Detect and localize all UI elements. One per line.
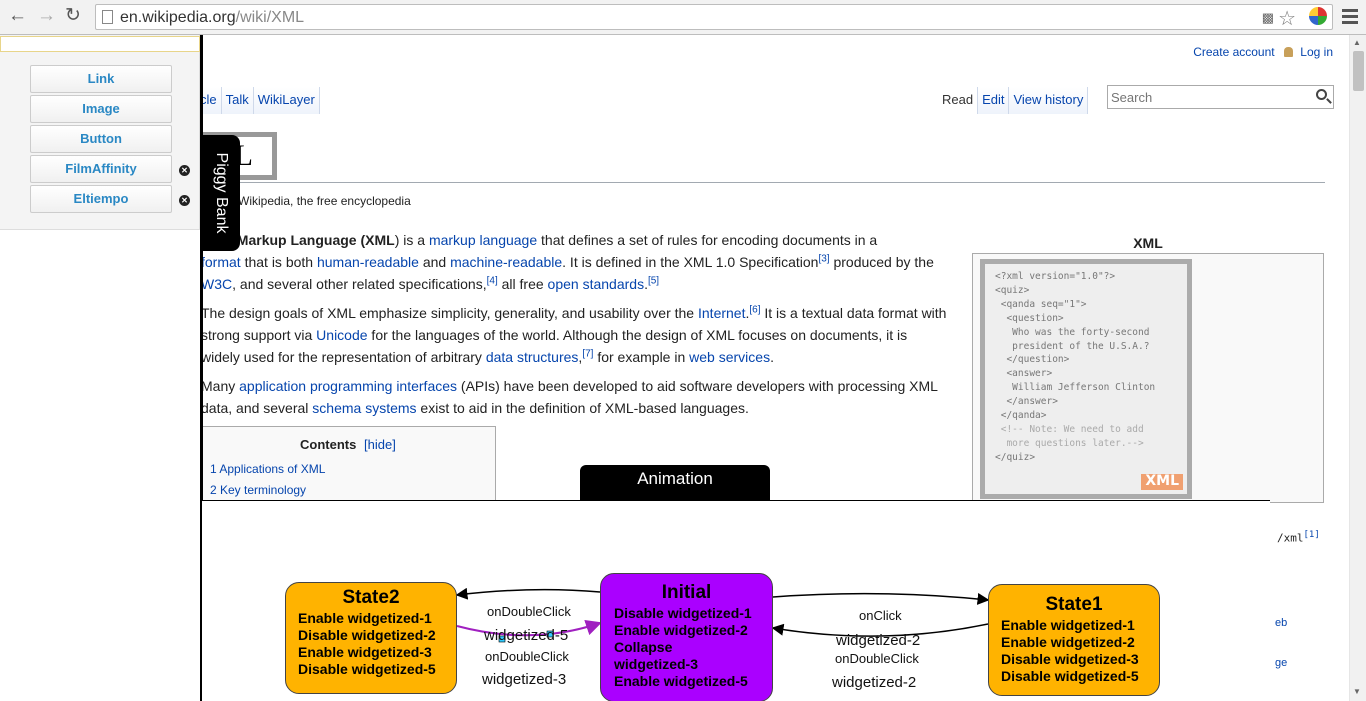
back-arrow-icon[interactable]: ←	[8, 6, 27, 26]
tab-view-history[interactable]: View history	[1009, 87, 1089, 114]
animation-panel: State2 Enable widgetized-1 Disable widget…	[202, 500, 1270, 701]
ref-4[interactable]: [4]	[487, 275, 498, 286]
link-open-standards[interactable]: open standards	[548, 276, 645, 292]
piggy-bank-label: Piggy Bank	[213, 152, 230, 234]
tab-article[interactable]: cle	[200, 87, 222, 114]
site-subtitle: Wikipedia, the free encyclopedia	[238, 194, 411, 208]
intro-paragraph-2: The design goals of XML emphasize simpli…	[201, 304, 947, 365]
reload-icon[interactable]: ↻	[65, 6, 81, 26]
intro-paragraph-1: sible Markup Language (XML) is a markup …	[201, 232, 934, 292]
link-web-services[interactable]: web services	[689, 349, 770, 365]
piggy-button-image[interactable]: Image	[30, 95, 172, 123]
create-account-link[interactable]: Create account	[1193, 45, 1274, 59]
edge-widget-label: widgetized-2	[832, 674, 917, 691]
forward-arrow-icon[interactable]: →	[37, 6, 56, 26]
piggy-button-eltiempo[interactable]: Eltiempo	[30, 185, 172, 213]
view-tabs: Read Edit View history	[938, 87, 1089, 114]
edge-event-label: onDoubleClick	[835, 651, 919, 666]
state-node-state1[interactable]: State1 Enable widgetized-1 Enable widgeti…	[988, 584, 1160, 696]
piggy-bank-tab[interactable]: Piggy Bank	[202, 135, 240, 251]
toc-title: Contents	[300, 437, 357, 452]
edge-initial-to-state2	[455, 587, 601, 600]
search-icon[interactable]	[1316, 89, 1327, 100]
piggy-button-link[interactable]: Link	[30, 65, 172, 93]
state-name: State1	[1045, 594, 1103, 615]
xml-badge: XML	[1141, 474, 1183, 490]
url-text[interactable]: en.wikipedia.org/wiki/XML	[120, 9, 304, 27]
toc-item[interactable]: 2 Key terminology	[210, 483, 306, 497]
search-box	[1107, 85, 1334, 109]
close-circle-icon[interactable]: ✕	[179, 195, 190, 206]
xml-code-sample: <?xml version="1.0"?> <quiz> <qanda seq="…	[985, 264, 1187, 494]
namespace-tabs: cle Talk WikiLayer	[200, 87, 320, 114]
edge-widget-label: widgetized-3	[482, 671, 567, 688]
link-internet[interactable]: Internet	[698, 305, 745, 321]
link-fragment[interactable]: ge	[1275, 657, 1287, 669]
piggy-button-button[interactable]: Button	[30, 125, 172, 153]
edge-widget-label: widgetized-5	[484, 627, 569, 644]
link-data-structures[interactable]: data structures	[486, 349, 579, 365]
page-icon	[102, 10, 113, 24]
tab-wikilayer[interactable]: WikiLayer	[253, 87, 320, 114]
link-human-readable[interactable]: human-readable	[317, 254, 419, 270]
piggy-bank-panel: Link Image Button FilmAffinity ✕ Eltiemp…	[0, 35, 200, 230]
table-of-contents: Contents [hide] 1 Applications of XML 2 …	[201, 426, 496, 506]
state-actions: Enable widgetized-1 Enable widgetized-2 Di…	[1001, 617, 1139, 684]
bookmark-star-icon[interactable]: ☆	[1278, 6, 1296, 31]
link-machine-readable[interactable]: machine-readable	[450, 254, 562, 270]
xml-example-image[interactable]: <?xml version="1.0"?> <quiz> <qanda seq="…	[980, 259, 1192, 499]
user-icon	[1283, 47, 1293, 57]
browser-toolbar: ← → ↻ en.wikipedia.org/wiki/XML ▩ ☆	[0, 0, 1366, 35]
tab-talk[interactable]: Talk	[221, 87, 254, 114]
edge-event-label: onDoubleClick	[487, 604, 571, 619]
infobox: <?xml version="1.0"?> <quiz> <qanda seq="…	[972, 253, 1324, 503]
login-link[interactable]: Log in	[1300, 45, 1333, 59]
edge-event-label: onDoubleClick	[485, 649, 569, 664]
close-circle-icon[interactable]: ✕	[179, 165, 190, 176]
link-fragment[interactable]: eb	[1275, 617, 1287, 629]
edge-event-label: onClick	[859, 608, 902, 623]
intro-paragraph-3: Many application programming interfaces …	[201, 378, 938, 416]
menu-icon[interactable]	[1342, 9, 1358, 27]
page-viewport: Create account Log in cle Talk WikiLayer…	[0, 35, 1366, 701]
text-fragment: /xml[1]	[1277, 530, 1320, 545]
vertical-scrollbar[interactable]: ▲ ▼	[1349, 35, 1366, 701]
address-bar[interactable]: en.wikipedia.org/wiki/XML ▩ ☆	[95, 4, 1333, 30]
scroll-up-icon[interactable]: ▲	[1353, 38, 1361, 47]
tab-edit[interactable]: Edit	[978, 87, 1010, 114]
state-node-state2[interactable]: State2 Enable widgetized-1 Disable widget…	[285, 582, 457, 694]
extension-icon[interactable]	[1309, 7, 1327, 25]
link-apis[interactable]: application programming interfaces	[239, 378, 457, 394]
link-unicode[interactable]: Unicode	[316, 327, 367, 343]
scroll-down-icon[interactable]: ▼	[1353, 687, 1361, 696]
translate-icon[interactable]: ▩	[1262, 10, 1274, 26]
state-actions: Disable widgetized-1 Enable widgetized-2 C…	[614, 605, 752, 689]
scrollbar-thumb[interactable]	[1353, 51, 1364, 91]
link-markup-language[interactable]: markup language	[429, 232, 537, 248]
animation-tab[interactable]: Animation	[580, 465, 770, 500]
ref-6[interactable]: [6]	[749, 304, 760, 315]
edge-widget-label: widgetized-2	[836, 632, 921, 649]
infobox-caption: XML	[1133, 235, 1163, 251]
search-input[interactable]	[1108, 86, 1308, 108]
link-w3c[interactable]: W3C	[201, 276, 232, 292]
personal-tools: Create account Log in	[1185, 45, 1333, 59]
ref-7[interactable]: [7]	[582, 348, 593, 359]
state-node-initial[interactable]: Initial Disable widgetized-1 Enable widge…	[600, 573, 773, 701]
state-actions: Enable widgetized-1 Disable widgetized-2 E…	[298, 610, 436, 677]
state-name: Initial	[661, 582, 712, 603]
ref-5[interactable]: [5]	[648, 275, 659, 286]
bold-term: XML	[365, 232, 395, 248]
ref-3[interactable]: [3]	[818, 253, 829, 264]
edge-initial-to-state1	[772, 592, 990, 605]
toc-hide-link[interactable]: [hide]	[364, 437, 396, 452]
title-divider	[200, 182, 1325, 183]
toc-item[interactable]: 1 Applications of XML	[210, 462, 325, 476]
link-format[interactable]: format	[201, 254, 241, 270]
link-schema-systems[interactable]: schema systems	[312, 400, 416, 416]
tab-read[interactable]: Read	[938, 87, 979, 114]
state-name: State2	[342, 587, 400, 608]
piggy-button-filmaffinity[interactable]: FilmAffinity	[30, 155, 172, 183]
panel-input[interactable]	[0, 36, 200, 52]
